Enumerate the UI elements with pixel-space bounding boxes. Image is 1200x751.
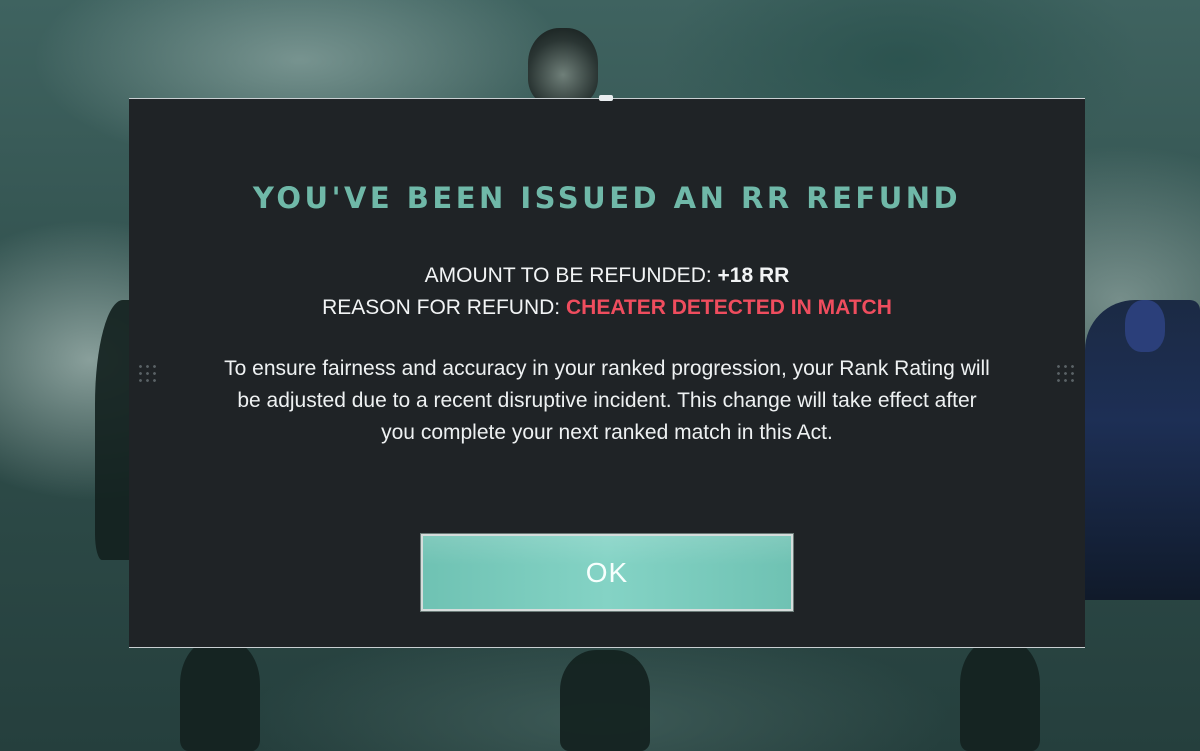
silhouette-bottom-center [560,650,650,751]
reason-line: REASON FOR REFUND: CHEATER DETECTED IN M… [129,292,1085,324]
dialog-title: YOU'VE BEEN ISSUED AN RR REFUND [252,181,962,215]
dots-decoration-left [137,363,159,385]
amount-line: AMOUNT TO BE REFUNDED: +18 RR [129,260,1085,292]
amount-label: AMOUNT TO BE REFUNDED: [424,264,718,287]
ok-button-label: OK [585,556,629,588]
silhouette-bottom-left [180,640,260,751]
dots-decoration-right [1055,363,1077,385]
amount-value: +18 RR [717,264,790,287]
agent-figure-top [528,28,598,106]
refund-dialog: YOU'VE BEEN ISSUED AN RR REFUND AMOUNT T… [129,95,1085,648]
refund-info: AMOUNT TO BE REFUNDED: +18 RR REASON FOR… [129,260,1085,324]
dialog-description: To ensure fairness and accuracy in your … [224,357,990,444]
reason-value: CHEATER DETECTED IN MATCH [565,296,892,319]
dialog-notch [599,95,613,101]
silhouette-bottom-right [960,640,1040,751]
agent-figure-right [1085,300,1200,600]
ok-button[interactable]: OK [420,533,794,612]
reason-label: REASON FOR REFUND: [322,296,566,319]
agent-head [1125,300,1165,352]
